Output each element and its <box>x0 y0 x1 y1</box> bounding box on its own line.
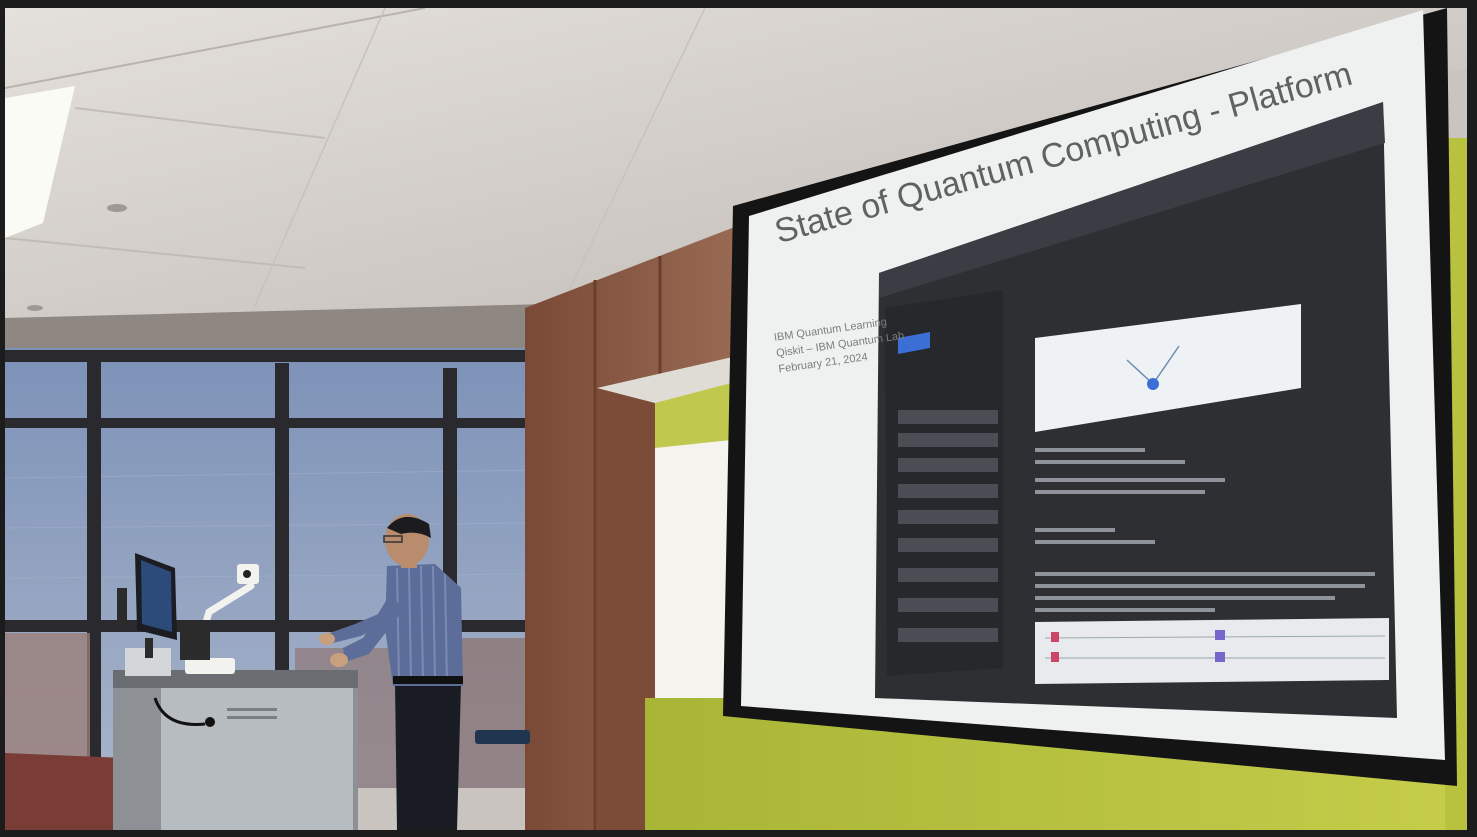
photo-frame: State of Quantum Computing - Platform IB… <box>5 8 1467 830</box>
photo-scene: State of Quantum Computing - Platform IB… <box>0 0 1477 837</box>
document-camera-icon <box>180 564 259 674</box>
foreground-figures <box>113 514 463 830</box>
monitor-icon <box>117 553 177 658</box>
podium <box>113 648 358 830</box>
